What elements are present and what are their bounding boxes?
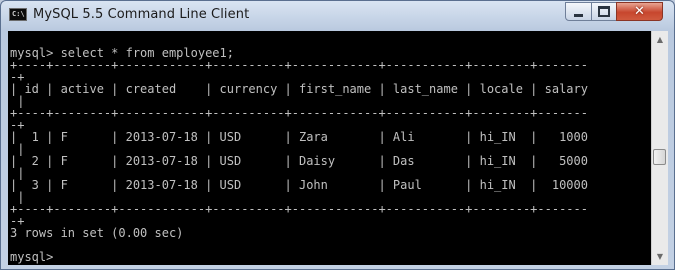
scroll-down-icon[interactable]: ▼ — [652, 248, 668, 265]
mysql-client-window: C:\ MySQL 5.5 Command Line Client ✕ mysq… — [0, 0, 675, 270]
title-bar[interactable]: C:\ MySQL 5.5 Command Line Client ✕ — [1, 1, 674, 29]
console-line: | id | active | created | currency | fir… — [10, 82, 588, 96]
console-icon[interactable]: C:\ — [9, 8, 27, 21]
window-title: MySQL 5.5 Command Line Client — [33, 7, 250, 22]
close-button[interactable]: ✕ — [616, 2, 663, 21]
minimize-button[interactable] — [565, 2, 592, 21]
scroll-thumb[interactable] — [653, 149, 666, 165]
console-line: mysql> — [10, 250, 54, 264]
console-line: +----+--------+------------+----------+-… — [10, 106, 588, 120]
maximize-button[interactable] — [591, 2, 617, 21]
console-icon-glyph: C:\ — [12, 10, 25, 18]
vertical-scrollbar[interactable]: ▲ ▼ — [651, 31, 668, 265]
terminal-text: mysql> select * from employee1; +----+---… — [10, 35, 588, 263]
scroll-up-icon[interactable]: ▲ — [652, 31, 668, 48]
maximize-icon — [598, 6, 610, 17]
minimize-icon — [574, 13, 583, 17]
console-line: +----+--------+------------+----------+-… — [10, 58, 588, 72]
console-line: +----+--------+------------+----------+-… — [10, 202, 588, 216]
console-line: | 2 | F | 2013-07-18 | USD | Daisy | Das… — [10, 154, 588, 168]
console-line: | 3 | F | 2013-07-18 | USD | John | Paul… — [10, 178, 588, 192]
close-icon: ✕ — [634, 4, 645, 19]
console-line: | 1 | F | 2013-07-18 | USD | Zara | Ali … — [10, 130, 588, 144]
console-output[interactable]: mysql> select * from employee1; +----+---… — [8, 31, 651, 265]
console-line: 3 rows in set (0.00 sec) — [10, 226, 184, 240]
